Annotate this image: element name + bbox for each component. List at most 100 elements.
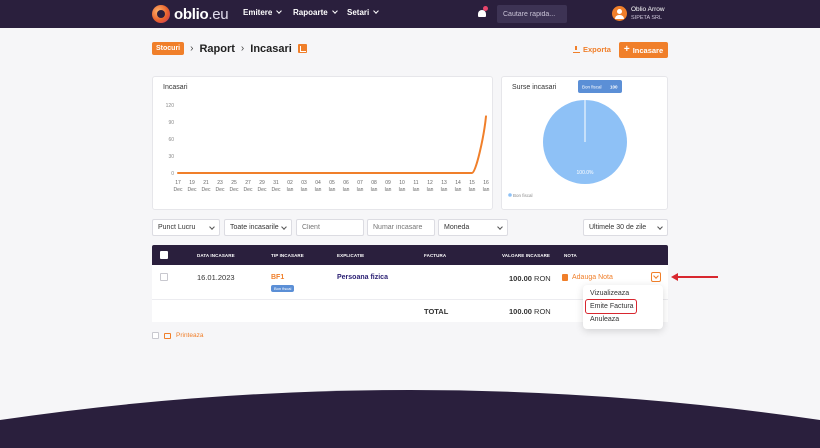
x-tick-day: 15 [469,180,475,186]
avatar[interactable] [612,6,627,21]
page-title: Incasari [250,42,292,55]
chevron-down-icon [281,224,287,230]
menu-anuleaza[interactable]: Anuleaza [590,316,619,323]
numar-incasare-input[interactable] [367,219,435,236]
x-tick-day: 12 [427,180,433,186]
col-factura[interactable]: FACTURA [424,253,446,258]
col-explicatie[interactable]: EXPLICATIE [337,253,364,258]
footer-wave [0,390,820,448]
x-tick-day: 09 [385,180,391,186]
x-tick-day: 14 [455,180,461,186]
x-tick-month: Ian [371,187,378,193]
y-tick-label: 30 [168,154,174,160]
search-input[interactable] [497,5,567,23]
surse-pie-chart: 100.0% Bon fiscal 100 Bon fiscal [508,80,627,198]
x-tick-month: Ian [399,187,406,193]
print-checkbox[interactable] [152,332,159,339]
notification-dot [483,6,488,11]
x-tick-month: Ian [357,187,364,193]
logo-name: oblio [174,5,209,23]
total-label: TOTAL [424,307,449,316]
col-valoare[interactable]: VALOARE INCASARE [502,253,550,258]
notifications-icon[interactable] [477,6,488,19]
x-tick-day: 08 [371,180,377,186]
annotation-arrow-line [676,276,718,278]
chevron-down-icon [209,224,215,230]
nav-emitere[interactable]: Emitere [243,8,283,17]
col-data[interactable]: DATA INCASARE [197,253,235,258]
nav-setari[interactable]: Setari [347,8,380,17]
legend-swatch [508,193,512,197]
pie-slice-label: 100.0% [577,170,595,176]
user-menu[interactable]: Oblio Arrow SIPETA SRL [631,6,665,22]
add-nota-link[interactable]: Adauga Nota [562,274,613,281]
row-tip[interactable]: BF1 [271,274,284,281]
surse-chart-card: Surse incasari 100.0% Bon fiscal 100 Bon fi… [501,76,668,210]
moneda-select[interactable]: Moneda [438,219,508,236]
x-tick-day: 21 [203,180,209,186]
select-all-checkbox[interactable] [160,251,168,259]
x-tick-month: Dec [230,187,239,193]
x-tick-day: 06 [343,180,349,186]
x-tick-month: Dec [202,187,211,193]
client-input[interactable] [296,219,364,236]
logo-tld: .eu [208,5,229,23]
x-tick-month: Ian [469,187,476,193]
x-tick-month: Ian [385,187,392,193]
chevron-down-icon [497,224,503,230]
top-navigation: oblio.eu Emitere Rapoarte Setari Oblio A… [0,0,820,28]
plus-icon: + [623,44,630,55]
x-tick-month: Ian [413,187,420,193]
incasari-line-chart: 030609012017Dec19Dec21Dec23Dec25Dec27Dec… [166,103,490,193]
x-tick-day: 19 [189,180,195,186]
table-header: DATA INCASARE TIP INCASARE EXPLICATIE FA… [152,245,668,265]
legend-label[interactable]: Bon fiscal [513,193,533,198]
logo[interactable]: oblio.eu [152,4,229,24]
breadcrumb-raport[interactable]: Raport [199,43,234,55]
x-tick-day: 07 [357,180,363,186]
x-tick-day: 23 [217,180,223,186]
punct-lucru-select[interactable]: Punct Lucru [152,219,220,236]
x-tick-month: Dec [272,187,281,193]
emite-factura-highlight [585,299,637,314]
x-tick-month: Ian [287,187,294,193]
user-name: Oblio Arrow [631,6,665,13]
x-tick-day: 11 [413,180,418,186]
row-actions-button[interactable] [651,272,661,282]
incasari-chart-card: Incasari 0 30 60 90 120 17 Dec 19 Dec 21 Dec 23 Dec 2… [152,76,493,210]
menu-vizualizeaza[interactable]: Vizualizeaza [590,290,629,297]
x-tick-month: Dec [244,187,253,193]
nav-rapoarte[interactable]: Rapoarte [293,8,338,17]
total-value: 100.00 RON [509,307,551,316]
x-tick-day: 10 [399,180,405,186]
x-tick-day: 27 [245,180,251,186]
row-valoare: 100.00 RON [509,274,551,283]
y-tick-label: 90 [168,120,174,126]
breadcrumb-stocuri[interactable]: Stocuri [152,42,185,55]
col-nota[interactable]: NOTA [564,253,577,258]
col-tip[interactable]: TIP INCASARE [271,253,304,258]
chevron-down-icon [331,8,338,14]
row-tip-badge: Bon fiscal [271,285,295,292]
x-tick-month: Dec [216,187,225,193]
export-button[interactable]: Exporta [573,45,611,54]
x-tick-month: Ian [343,187,350,193]
pie-tooltip-label: Bon fiscal [582,85,602,90]
row-checkbox[interactable] [160,273,168,281]
x-tick-month: Dec [258,187,267,193]
breadcrumb-separator: › [190,43,194,54]
x-tick-month: Ian [301,187,308,193]
chart-icon[interactable] [297,44,307,53]
x-tick-day: 25 [231,180,237,186]
perioada-select[interactable]: Ultimele 30 de zile [583,219,668,236]
chevron-down-icon [276,8,283,14]
row-explicatie[interactable]: Persoana fizica [337,274,388,281]
y-tick-label: 60 [168,137,174,143]
series-line [177,115,487,174]
print-action[interactable]: Printeaza [152,332,203,339]
add-incasare-button[interactable]: + Incasare [619,42,668,58]
breadcrumb-separator: › [240,43,245,54]
y-tick-label: 0 [171,171,174,177]
tip-incasari-select[interactable]: Toate incasarile [224,219,292,236]
x-tick-day: 13 [441,180,447,186]
